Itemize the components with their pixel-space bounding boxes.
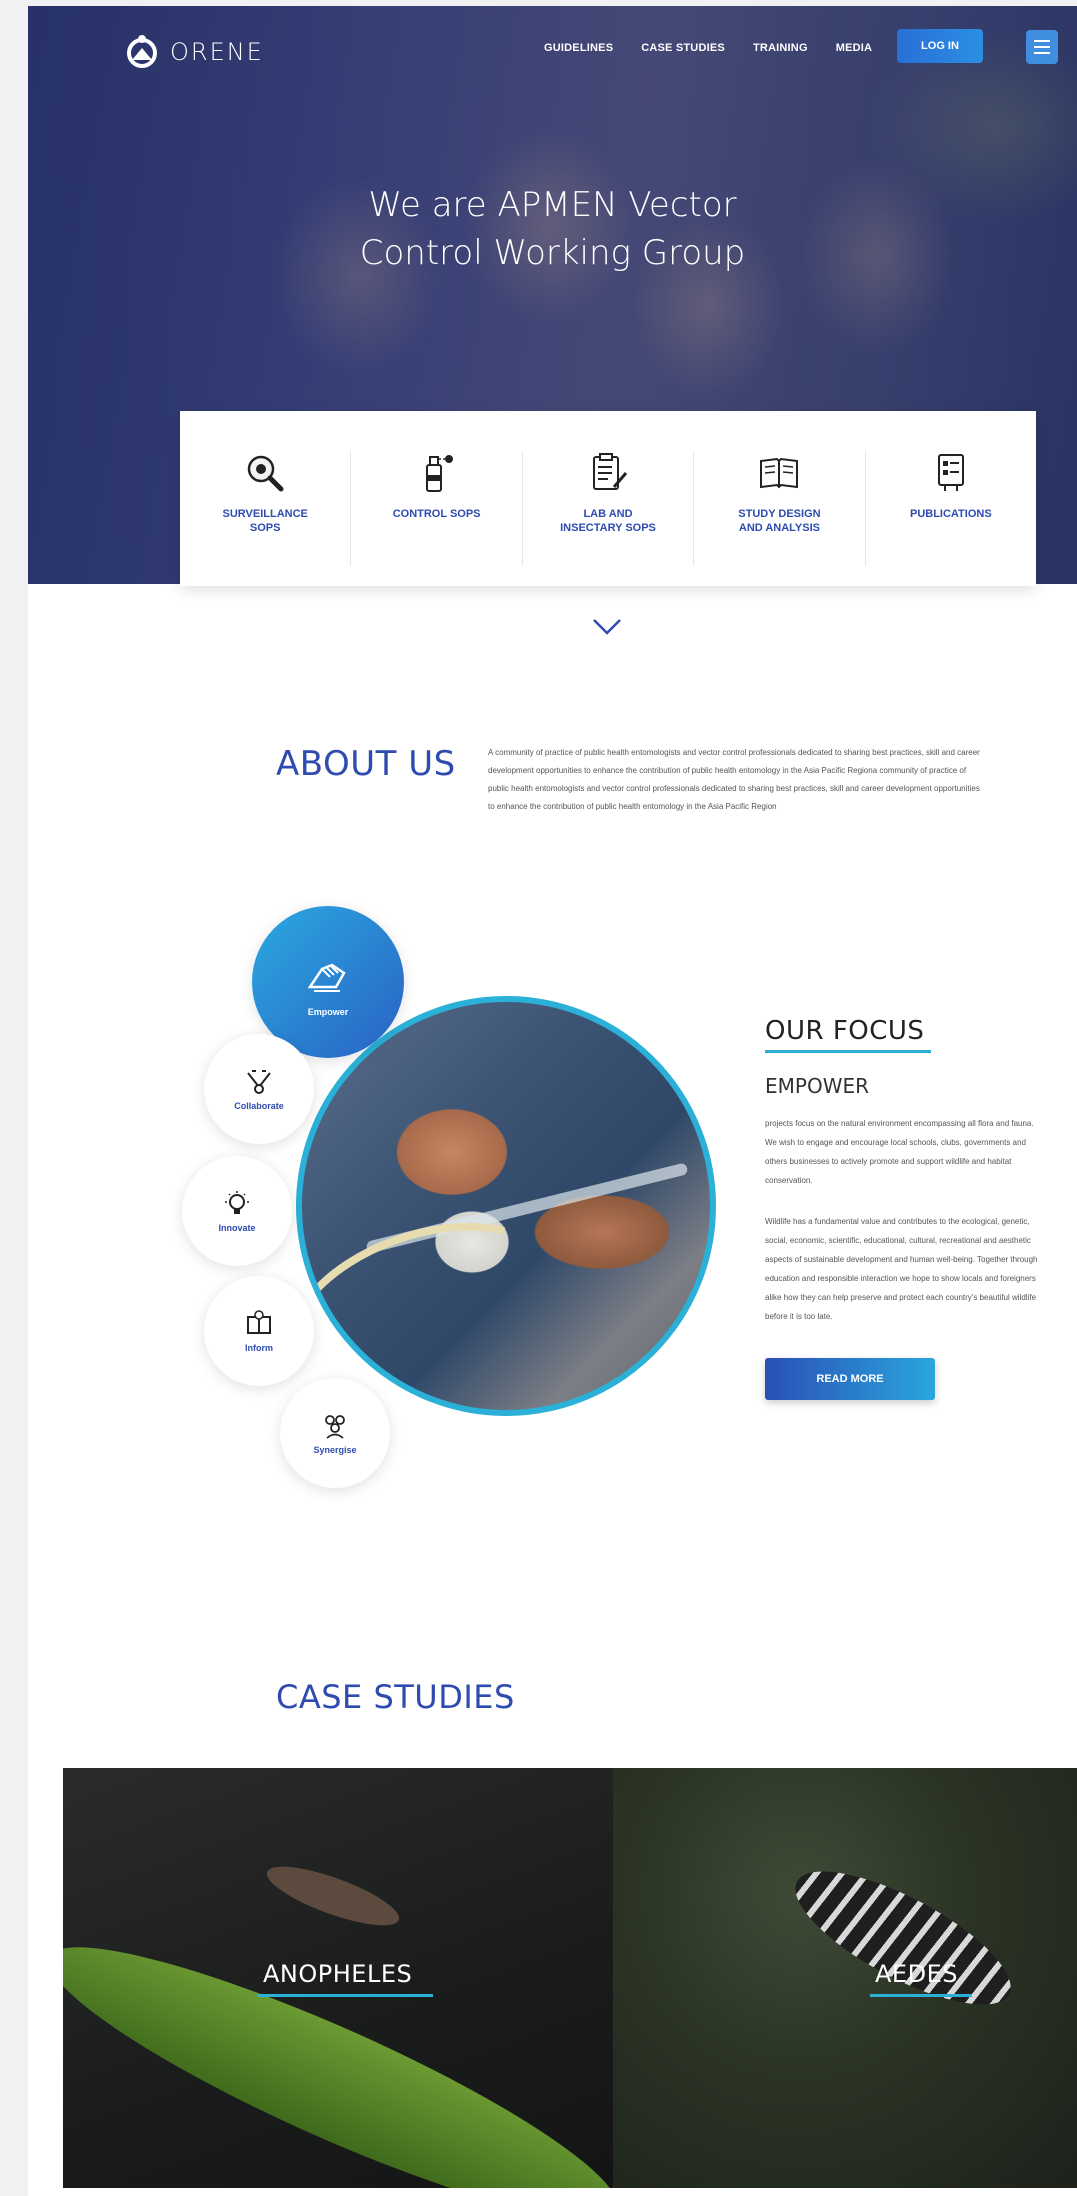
category-label: SURVEILLANCE SOPS: [223, 507, 308, 535]
inform-book-icon: [247, 1310, 271, 1334]
lightbulb-icon: [225, 1191, 249, 1214]
category-lab-insectary-sops[interactable]: LAB AND INSECTARY SOPS: [523, 451, 695, 566]
case-tile-anopheles[interactable]: ANOPHELES: [63, 1768, 613, 2188]
menu-bar: [1034, 52, 1050, 54]
category-label-line: LAB AND: [583, 508, 633, 520]
book-icon: [760, 457, 799, 489]
page: ORENE GUIDELINES CASE STUDIES TRAINING M…: [28, 6, 1077, 2196]
leaf-shape: [63, 1906, 613, 2188]
category-label-line: SURVEILLANCE: [222, 508, 308, 520]
sop-categories-card: SURVEILLANCE SOPS CONTROL SOPS LAB AND I…: [180, 411, 1036, 586]
document-list-icon: [937, 454, 964, 491]
hero-title-line-2: Control Working Group: [359, 233, 746, 273]
brand-name: ORENE: [170, 38, 264, 66]
heading-underline: [765, 1050, 931, 1053]
focus-item-label: Empower: [307, 1007, 349, 1017]
login-button[interactable]: LOG IN: [897, 29, 983, 63]
category-label-line: AND ANALYSIS: [738, 522, 820, 534]
hamburger-menu-button[interactable]: [1026, 30, 1058, 64]
category-publications[interactable]: PUBLICATIONS: [866, 451, 1036, 566]
category-label-line: PUBLICATIONS: [909, 508, 992, 520]
focus-photo: [296, 996, 716, 1416]
case-label-underline: [870, 1994, 972, 1997]
group-people-icon: [325, 1415, 345, 1439]
case-label-anopheles: ANOPHELES: [263, 1960, 413, 1988]
focus-item-label: Synergise: [313, 1445, 357, 1455]
focus-paragraph-2: Wildlife has a fundamental value and con…: [765, 1217, 1038, 1321]
focus-subheading: EMPOWER: [765, 1074, 870, 1098]
hero-title: We are APMEN Vector Control Working Grou…: [28, 181, 1077, 277]
nav-link-guidelines[interactable]: GUIDELINES: [544, 42, 613, 54]
focus-item-innovate[interactable]: Innovate: [182, 1156, 292, 1266]
focus-paragraph-1: projects focus on the natural environmen…: [765, 1119, 1034, 1185]
read-more-button[interactable]: READ MORE: [765, 1358, 935, 1400]
case-label-underline: [257, 1994, 433, 1997]
nav-links: GUIDELINES CASE STUDIES TRAINING MEDIA: [544, 42, 900, 54]
case-tile-aedes[interactable]: AEDES: [613, 1768, 1077, 2188]
nav-link-training[interactable]: TRAINING: [753, 42, 808, 54]
category-label-line: INSECTARY SOPS: [560, 522, 656, 534]
focus-item-empower[interactable]: Empower: [252, 906, 404, 1058]
focus-item-label: Innovate: [218, 1223, 256, 1233]
about-heading: ABOUT US: [276, 744, 456, 784]
focus-item-inform[interactable]: Inform: [204, 1276, 314, 1386]
category-label: CONTROL SOPS: [393, 507, 481, 521]
category-label-line: SOPS: [249, 522, 281, 534]
category-label: PUBLICATIONS: [910, 507, 992, 521]
focus-item-label: Inform: [245, 1343, 273, 1353]
our-focus-heading: OUR FOCUS: [765, 1016, 925, 1046]
hero-title-line-1: We are APMEN Vector: [368, 185, 737, 225]
handshake-icon: [307, 963, 346, 992]
focus-item-label: Collaborate: [234, 1101, 284, 1111]
collaborate-icon: [247, 1070, 271, 1094]
category-label: STUDY DESIGN AND ANALYSIS: [738, 507, 820, 535]
focus-item-collaborate[interactable]: Collaborate: [204, 1034, 314, 1144]
category-study-design-analysis[interactable]: STUDY DESIGN AND ANALYSIS: [694, 451, 866, 566]
nav-link-media[interactable]: MEDIA: [836, 42, 872, 54]
magnifier-bug-icon: [247, 455, 284, 492]
focus-item-synergise[interactable]: Synergise: [280, 1378, 390, 1488]
mosquito-shape: [778, 1846, 1028, 2030]
menu-bar: [1034, 40, 1050, 42]
about-text: A community of practice of public health…: [488, 748, 980, 811]
mosquito-shape: [261, 1855, 405, 1937]
category-control-sops[interactable]: CONTROL SOPS: [351, 451, 523, 566]
nav-link-case-studies[interactable]: CASE STUDIES: [641, 42, 725, 54]
category-label: LAB AND INSECTARY SOPS: [560, 507, 656, 535]
spray-can-icon: [425, 455, 453, 492]
top-navigation: ORENE GUIDELINES CASE STUDIES TRAINING M…: [28, 6, 1077, 96]
logo-icon: [127, 35, 157, 68]
brand-logo[interactable]: ORENE: [124, 34, 264, 70]
category-label-line: CONTROL SOPS: [392, 508, 481, 520]
case-studies-heading: CASE STUDIES: [276, 1678, 515, 1716]
case-label-aedes: AEDES: [875, 1960, 958, 1988]
category-label-line: STUDY DESIGN: [738, 508, 821, 520]
menu-bar: [1034, 46, 1050, 48]
clipboard-pen-icon: [593, 453, 628, 490]
category-surveillance-sops[interactable]: SURVEILLANCE SOPS: [180, 451, 352, 566]
chevron-down-icon[interactable]: [592, 618, 622, 636]
